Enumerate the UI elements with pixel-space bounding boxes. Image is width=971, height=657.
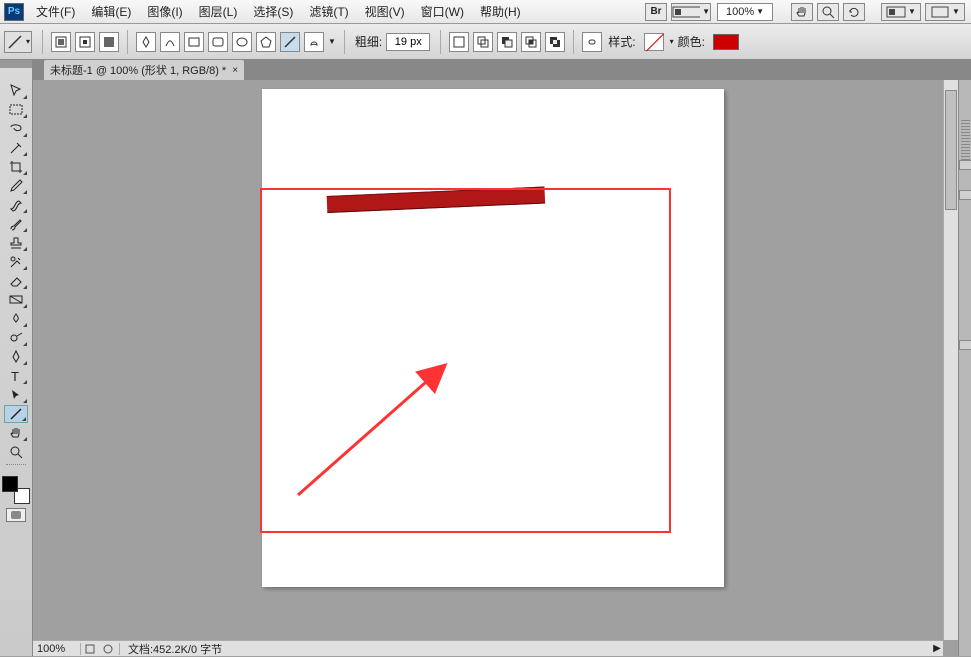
combine-exclude[interactable] xyxy=(545,32,565,52)
menu-layer[interactable]: 图层(L) xyxy=(191,1,246,23)
tab-title: 未标题-1 @ 100% (形状 1, RGB/8) * xyxy=(50,62,226,78)
menubar: Ps 文件(F) 编辑(E) 图像(I) 图层(L) 选择(S) 滤镜(T) 视… xyxy=(0,0,971,24)
svg-text:T: T xyxy=(11,369,19,384)
miniview-button[interactable]: ▼ xyxy=(671,3,711,21)
wand-tool[interactable] xyxy=(4,139,28,157)
style-label: 样式: xyxy=(608,33,635,50)
paths-mode[interactable] xyxy=(75,32,95,52)
hand-tool[interactable] xyxy=(4,424,28,442)
pen-tool[interactable] xyxy=(4,348,28,366)
ellipse-shape-icon[interactable] xyxy=(232,32,252,52)
vertical-scrollbar[interactable] xyxy=(943,80,958,640)
dock-toggle-2[interactable] xyxy=(959,190,971,200)
status-bar: 100% 文档:452.2K/0 字节 ▶ xyxy=(33,640,943,656)
shape-layers-mode[interactable] xyxy=(51,32,71,52)
menu-filter[interactable]: 滤镜(T) xyxy=(301,1,356,23)
toolbox: T xyxy=(0,60,33,656)
color-label: 颜色: xyxy=(678,33,705,50)
bridge-button[interactable]: Br xyxy=(645,3,667,21)
status-zoom[interactable]: 100% xyxy=(33,643,81,655)
dock-toggle-1[interactable] xyxy=(959,160,971,170)
combine-intersect[interactable] xyxy=(521,32,541,52)
fillpixels-mode[interactable] xyxy=(99,32,119,52)
menu-view[interactable]: 视图(V) xyxy=(357,1,413,23)
quickmask-button[interactable] xyxy=(6,508,26,522)
rotate-icon[interactable] xyxy=(843,3,865,21)
status-icon-1[interactable] xyxy=(83,643,97,655)
status-icon-2[interactable] xyxy=(101,643,115,655)
line-shape-icon[interactable] xyxy=(280,32,300,52)
lasso-tool[interactable] xyxy=(4,120,28,138)
menu-edit[interactable]: 编辑(E) xyxy=(83,1,139,23)
line-tool[interactable] xyxy=(4,405,28,423)
document-tabs: 未标题-1 @ 100% (形状 1, RGB/8) * × xyxy=(0,60,971,80)
color-swatch[interactable] xyxy=(713,34,739,50)
blur-tool[interactable] xyxy=(4,310,28,328)
path-select-tool[interactable] xyxy=(4,386,28,404)
menu-help[interactable]: 帮助(H) xyxy=(472,1,529,23)
status-arrow-icon[interactable]: ▶ xyxy=(931,643,943,654)
combine-new[interactable] xyxy=(449,32,469,52)
zoom-dropdown[interactable]: 100%▼ xyxy=(717,3,773,21)
close-icon[interactable]: × xyxy=(232,65,238,76)
combine-add[interactable] xyxy=(473,32,493,52)
freeform-pen-icon[interactable] xyxy=(160,32,180,52)
gradient-tool[interactable] xyxy=(4,291,28,309)
stamp-tool[interactable] xyxy=(4,234,28,252)
brush-tool[interactable] xyxy=(4,215,28,233)
weight-input[interactable] xyxy=(386,33,430,51)
link-icon[interactable] xyxy=(582,32,602,52)
document-tab[interactable]: 未标题-1 @ 100% (形状 1, RGB/8) * × xyxy=(44,60,244,80)
document-canvas[interactable] xyxy=(262,89,724,587)
move-tool[interactable] xyxy=(4,82,28,100)
drawn-line-shape xyxy=(327,186,546,212)
crop-tool[interactable] xyxy=(4,158,28,176)
weight-label: 粗细: xyxy=(355,33,382,50)
pen-icon[interactable] xyxy=(136,32,156,52)
heal-tool[interactable] xyxy=(4,196,28,214)
menu-file[interactable]: 文件(F) xyxy=(28,1,83,23)
dodge-tool[interactable] xyxy=(4,329,28,347)
combine-subtract[interactable] xyxy=(497,32,517,52)
custom-shape-icon[interactable] xyxy=(304,32,324,52)
zoom-icon[interactable] xyxy=(817,3,839,21)
fg-color[interactable] xyxy=(2,476,18,492)
menu-select[interactable]: 选择(S) xyxy=(245,1,301,23)
history-brush-tool[interactable] xyxy=(4,253,28,271)
ps-logo: Ps xyxy=(4,3,24,21)
screenmode-button[interactable]: ▼ xyxy=(925,3,965,21)
status-docinfo[interactable]: 文档:452.2K/0 字节 xyxy=(122,641,228,657)
dock-toggle-3[interactable] xyxy=(959,340,971,350)
color-swatches[interactable] xyxy=(2,476,30,504)
marquee-tool[interactable] xyxy=(4,101,28,119)
canvas-area[interactable]: 100% 文档:452.2K/0 字节 ▶ xyxy=(33,60,958,656)
eraser-tool[interactable] xyxy=(4,272,28,290)
workspace: ▸▸ 未标题-1 @ 100% (形状 1, RGB/8) * × T xyxy=(0,60,971,656)
options-bar: ▾ ▼ 粗细: 样式: ▾ 颜色: xyxy=(0,24,971,60)
eyedropper-tool[interactable] xyxy=(4,177,28,195)
tool-preset[interactable]: ▾ xyxy=(4,31,32,53)
polygon-shape-icon[interactable] xyxy=(256,32,276,52)
rect-shape-icon[interactable] xyxy=(184,32,204,52)
type-tool[interactable]: T xyxy=(4,367,28,385)
arrange-button[interactable]: ▼ xyxy=(881,3,921,21)
style-swatch[interactable] xyxy=(644,33,664,51)
menu-window[interactable]: 窗口(W) xyxy=(413,1,472,23)
roundrect-shape-icon[interactable] xyxy=(208,32,228,52)
zoom-tool[interactable] xyxy=(4,443,28,461)
menu-image[interactable]: 图像(I) xyxy=(139,1,190,23)
hand-icon[interactable] xyxy=(791,3,813,21)
